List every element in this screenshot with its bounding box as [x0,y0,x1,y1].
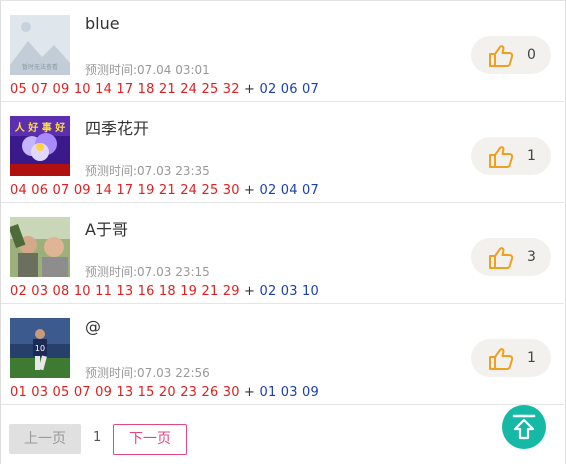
avatar[interactable]: 暂时无法查看 [10,15,70,75]
like-count: 0 [527,47,536,63]
user-name[interactable]: 四季花开 [85,115,149,139]
flower-avatar-image: 人 好 事 好 [10,116,70,176]
thumbs-up-icon [489,146,514,168]
blue-numbers: 02 06 07 [259,82,319,97]
prediction-time: 预测时间:07.03 23:15 [85,265,210,279]
red-numbers: 02 03 08 10 11 13 16 18 19 21 29 [10,284,240,299]
like-count: 3 [527,249,536,265]
red-numbers: 04 06 07 09 14 17 19 21 24 25 30 [10,183,240,198]
like-button[interactable]: 1 [471,339,551,377]
thumbs-up-icon [489,247,514,269]
plus-sign: + [244,82,256,97]
blue-numbers: 02 03 10 [259,284,319,299]
red-numbers: 05 07 09 10 14 17 18 21 24 25 32 [10,82,240,97]
avatar[interactable] [10,217,70,277]
prediction-numbers: 05 07 09 10 14 17 18 21 24 25 32 + 02 06… [10,82,319,97]
list-item: 暂时无法查看 blue 预测时间:07.04 03:01 05 07 09 10… [1,1,564,102]
like-button[interactable]: 3 [471,238,551,276]
prev-page-button[interactable]: 上一页 [9,424,81,454]
image-placeholder-icon: 暂时无法查看 [10,15,70,75]
blue-numbers: 01 03 09 [259,385,319,400]
plus-sign: + [244,284,256,299]
user-name[interactable]: @ [85,317,101,336]
prediction-time: 预测时间:07.04 03:01 [85,63,210,77]
user-name[interactable]: A于哥 [85,216,128,240]
current-page-number: 1 [93,430,102,445]
thumbs-up-icon [489,45,514,67]
prediction-numbers: 01 03 05 07 09 13 15 20 23 26 30 + 01 03… [10,385,319,400]
list-item: 人 好 事 好 四季花开 预测时间:07.03 23:35 04 06 07 0… [1,102,564,203]
plus-sign: + [244,385,256,400]
like-count: 1 [527,148,536,164]
avatar[interactable]: 人 好 事 好 [10,116,70,176]
svg-text:10: 10 [35,344,45,353]
prediction-numbers: 02 03 08 10 11 13 16 18 19 21 29 + 02 03… [10,284,319,299]
like-button[interactable]: 1 [471,137,551,175]
avatar-caption: 人 好 事 好 [15,121,65,134]
like-button[interactable]: 0 [471,36,551,74]
soccer-avatar-image: 10 [10,318,70,378]
pagination: 上一页 1 下一页 [0,408,564,464]
prediction-time: 预测时间:07.03 22:56 [85,366,210,380]
list-item: A于哥 预测时间:07.03 23:15 02 03 08 10 11 13 1… [1,203,564,304]
photo-avatar-image [10,217,70,277]
avatar-caption: 暂时无法查看 [22,63,58,71]
thumbs-up-icon [489,348,514,370]
plus-sign: + [244,183,256,198]
back-to-top-button[interactable] [502,405,546,449]
prediction-numbers: 04 06 07 09 14 17 19 21 24 25 30 + 02 04… [10,183,319,198]
like-count: 1 [527,350,536,366]
blue-numbers: 02 04 07 [259,183,319,198]
avatar[interactable]: 10 [10,318,70,378]
next-page-button[interactable]: 下一页 [113,424,187,455]
prediction-time: 预测时间:07.03 23:35 [85,164,210,178]
red-numbers: 01 03 05 07 09 13 15 20 23 26 30 [10,385,240,400]
arrow-up-icon [512,414,536,440]
user-name[interactable]: blue [85,14,120,33]
list-item: 10 @ 预测时间:07.03 22:56 01 03 05 07 09 13 … [1,304,564,405]
